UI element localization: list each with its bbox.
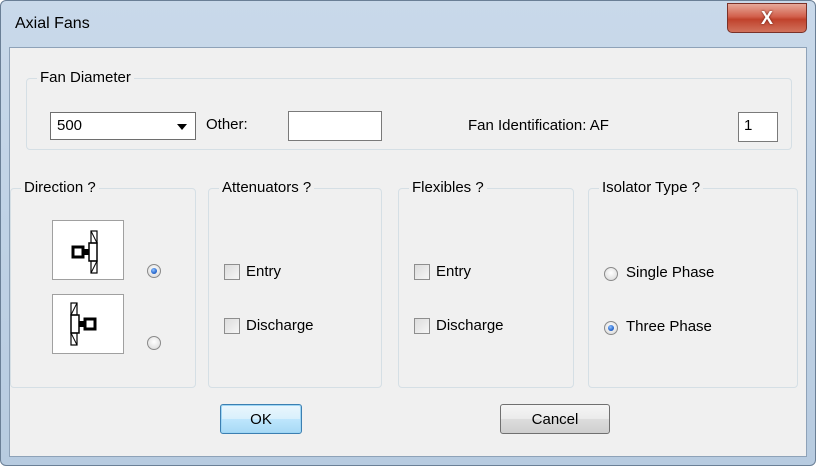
- fan-diameter-select[interactable]: 500: [50, 112, 196, 140]
- dialog-window: Axial Fans X Fan Diameter 500 Other: Fan…: [0, 0, 816, 466]
- chevron-down-icon[interactable]: [177, 124, 187, 130]
- other-input[interactable]: [288, 111, 382, 141]
- attenuators-discharge-label[interactable]: Discharge: [246, 317, 314, 334]
- direction-group-title: Direction ?: [21, 179, 99, 196]
- isolator-three-phase-label[interactable]: Three Phase: [626, 318, 712, 335]
- dialog-client-area: Fan Diameter 500 Other: Fan Identificati…: [9, 47, 807, 457]
- fan-direction-right-icon: [71, 230, 98, 274]
- title-bar[interactable]: Axial Fans X: [1, 1, 815, 47]
- direction-option-1-image: [52, 220, 124, 280]
- ok-button-label: OK: [250, 410, 272, 428]
- isolator-type-group: Isolator Type ?: [588, 179, 798, 388]
- isolator-type-group-title: Isolator Type ?: [599, 179, 704, 196]
- close-icon: X: [760, 7, 773, 28]
- attenuators-entry-label[interactable]: Entry: [246, 263, 281, 280]
- direction-group: Direction ?: [10, 179, 196, 388]
- attenuators-discharge-checkbox[interactable]: [224, 318, 240, 334]
- fan-diameter-selected-value: 500: [57, 117, 83, 134]
- direction-option-2-image: [52, 294, 124, 354]
- direction-option-1-radio[interactable]: [147, 264, 161, 278]
- other-label: Other:: [206, 116, 248, 133]
- close-button[interactable]: X: [727, 3, 807, 33]
- fan-identification-input[interactable]: 1: [738, 112, 778, 142]
- fan-identification-label: Fan Identification: AF: [468, 117, 609, 134]
- window-title: Axial Fans: [15, 15, 90, 32]
- flexibles-entry-checkbox[interactable]: [414, 264, 430, 280]
- ok-button[interactable]: OK: [220, 404, 302, 434]
- fan-diameter-group-title: Fan Diameter: [37, 69, 134, 86]
- fan-identification-value: 1: [744, 117, 753, 134]
- isolator-single-phase-label[interactable]: Single Phase: [626, 264, 714, 281]
- flexibles-discharge-label[interactable]: Discharge: [436, 317, 504, 334]
- cancel-button[interactable]: Cancel: [500, 404, 610, 434]
- attenuators-group-title: Attenuators ?: [219, 179, 315, 196]
- fan-direction-left-icon: [70, 302, 97, 346]
- flexibles-group-title: Flexibles ?: [409, 179, 487, 196]
- attenuators-group: Attenuators ?: [208, 179, 382, 388]
- flexibles-discharge-checkbox[interactable]: [414, 318, 430, 334]
- flexibles-group: Flexibles ?: [398, 179, 574, 388]
- radio-selected-dot: [151, 268, 157, 274]
- cancel-button-label: Cancel: [531, 410, 579, 428]
- isolator-three-phase-radio[interactable]: [604, 321, 618, 335]
- flexibles-entry-label[interactable]: Entry: [436, 263, 471, 280]
- attenuators-entry-checkbox[interactable]: [224, 264, 240, 280]
- isolator-single-phase-radio[interactable]: [604, 267, 618, 281]
- radio-selected-dot: [608, 325, 614, 331]
- direction-option-2-radio[interactable]: [147, 336, 161, 350]
